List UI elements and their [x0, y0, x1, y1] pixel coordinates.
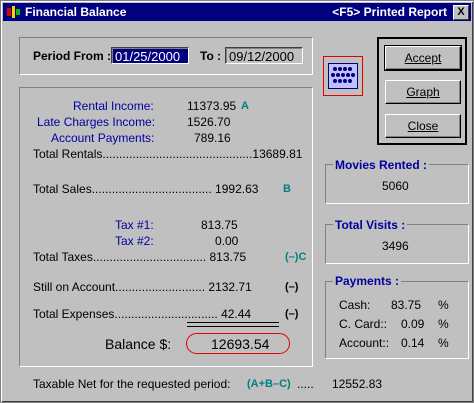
- balance-label: Balance $:: [105, 336, 172, 352]
- taxable-net-dots: .....: [297, 377, 314, 391]
- printed-report-hint[interactable]: <F5> Printed Report: [332, 5, 447, 19]
- late-charges-label: Late Charges Income:: [37, 115, 156, 129]
- total-taxes-mark: (–)C: [285, 251, 307, 263]
- payments-account-unit: %: [438, 336, 449, 350]
- window-title: Financial Balance: [25, 5, 127, 19]
- total-visits-title: Total Visits :: [333, 218, 408, 232]
- total-expenses-mark: (–): [285, 308, 299, 320]
- taxable-net-formula: (A+B–C): [247, 378, 291, 390]
- late-charges-value: 1526.70: [187, 115, 231, 129]
- rental-income-value: 11373.95: [187, 99, 237, 113]
- graph-button[interactable]: Graph: [385, 80, 461, 104]
- tax1-value: 813.75: [201, 218, 238, 232]
- total-taxes-row: Total Taxes.............................…: [33, 250, 247, 264]
- app-icon: [7, 6, 20, 18]
- calculator-icon-frame[interactable]: [323, 56, 363, 96]
- accept-button-label: Accept: [404, 51, 442, 65]
- graph-button-label: Graph: [406, 85, 440, 99]
- rental-income-mark: A: [241, 100, 249, 112]
- rental-income-label: Rental Income:: [73, 99, 154, 113]
- period-from-label: Period From :: [33, 49, 112, 63]
- account-payments-label: Account Payments:: [51, 131, 155, 145]
- taxable-net-value: 12552.83: [332, 377, 383, 391]
- accept-button[interactable]: Accept: [384, 45, 462, 71]
- payments-account-value: 0.14: [401, 336, 425, 350]
- movies-rented-title: Movies Rented :: [333, 158, 430, 172]
- payments-account-label: Account::: [339, 336, 390, 350]
- calculator-icon: [328, 63, 358, 89]
- payments-card-label: C. Card::: [339, 317, 388, 331]
- account-payments-value: 789.16: [194, 131, 231, 145]
- period-from-input[interactable]: 01/25/2000: [111, 47, 189, 64]
- tax2-value: 0.00: [215, 234, 239, 248]
- financial-balance-window: Financial Balance <F5> Printed Report X …: [0, 0, 474, 403]
- payments-cash-label: Cash:: [339, 298, 371, 312]
- title-bar: Financial Balance <F5> Printed Report X: [3, 3, 471, 21]
- payments-title: Payments :: [333, 274, 402, 288]
- taxable-net-label: Taxable Net for the requested period:: [33, 377, 231, 391]
- payments-cash-unit: %: [438, 298, 449, 312]
- payments-card-unit: %: [438, 317, 449, 331]
- still-on-account-mark: (–): [285, 281, 299, 293]
- close-window-button[interactable]: X: [453, 5, 469, 20]
- tax1-label: Tax #1:: [115, 218, 154, 232]
- close-button[interactable]: Close: [385, 114, 461, 138]
- tax2-label: Tax #2:: [115, 234, 154, 248]
- close-button-label: Close: [407, 119, 439, 133]
- total-sales-mark: B: [283, 183, 291, 195]
- total-double-underline: [187, 322, 279, 327]
- period-to-input[interactable]: 09/12/2000: [225, 47, 303, 64]
- total-rentals-row: Total Rentals...........................…: [33, 147, 303, 161]
- period-to-label: To :: [200, 49, 222, 63]
- total-sales-row: Total Sales.............................…: [33, 182, 259, 196]
- total-visits-value: 3496: [382, 239, 409, 253]
- still-on-account-row: Still on Account........................…: [33, 280, 252, 294]
- balance-value: 12693.54: [211, 336, 270, 352]
- payments-card-value: 0.09: [401, 317, 425, 331]
- total-expenses-row: Total Expenses..........................…: [33, 307, 252, 321]
- movies-rented-value: 5060: [382, 179, 409, 193]
- payments-cash-value: 83.75: [391, 298, 422, 312]
